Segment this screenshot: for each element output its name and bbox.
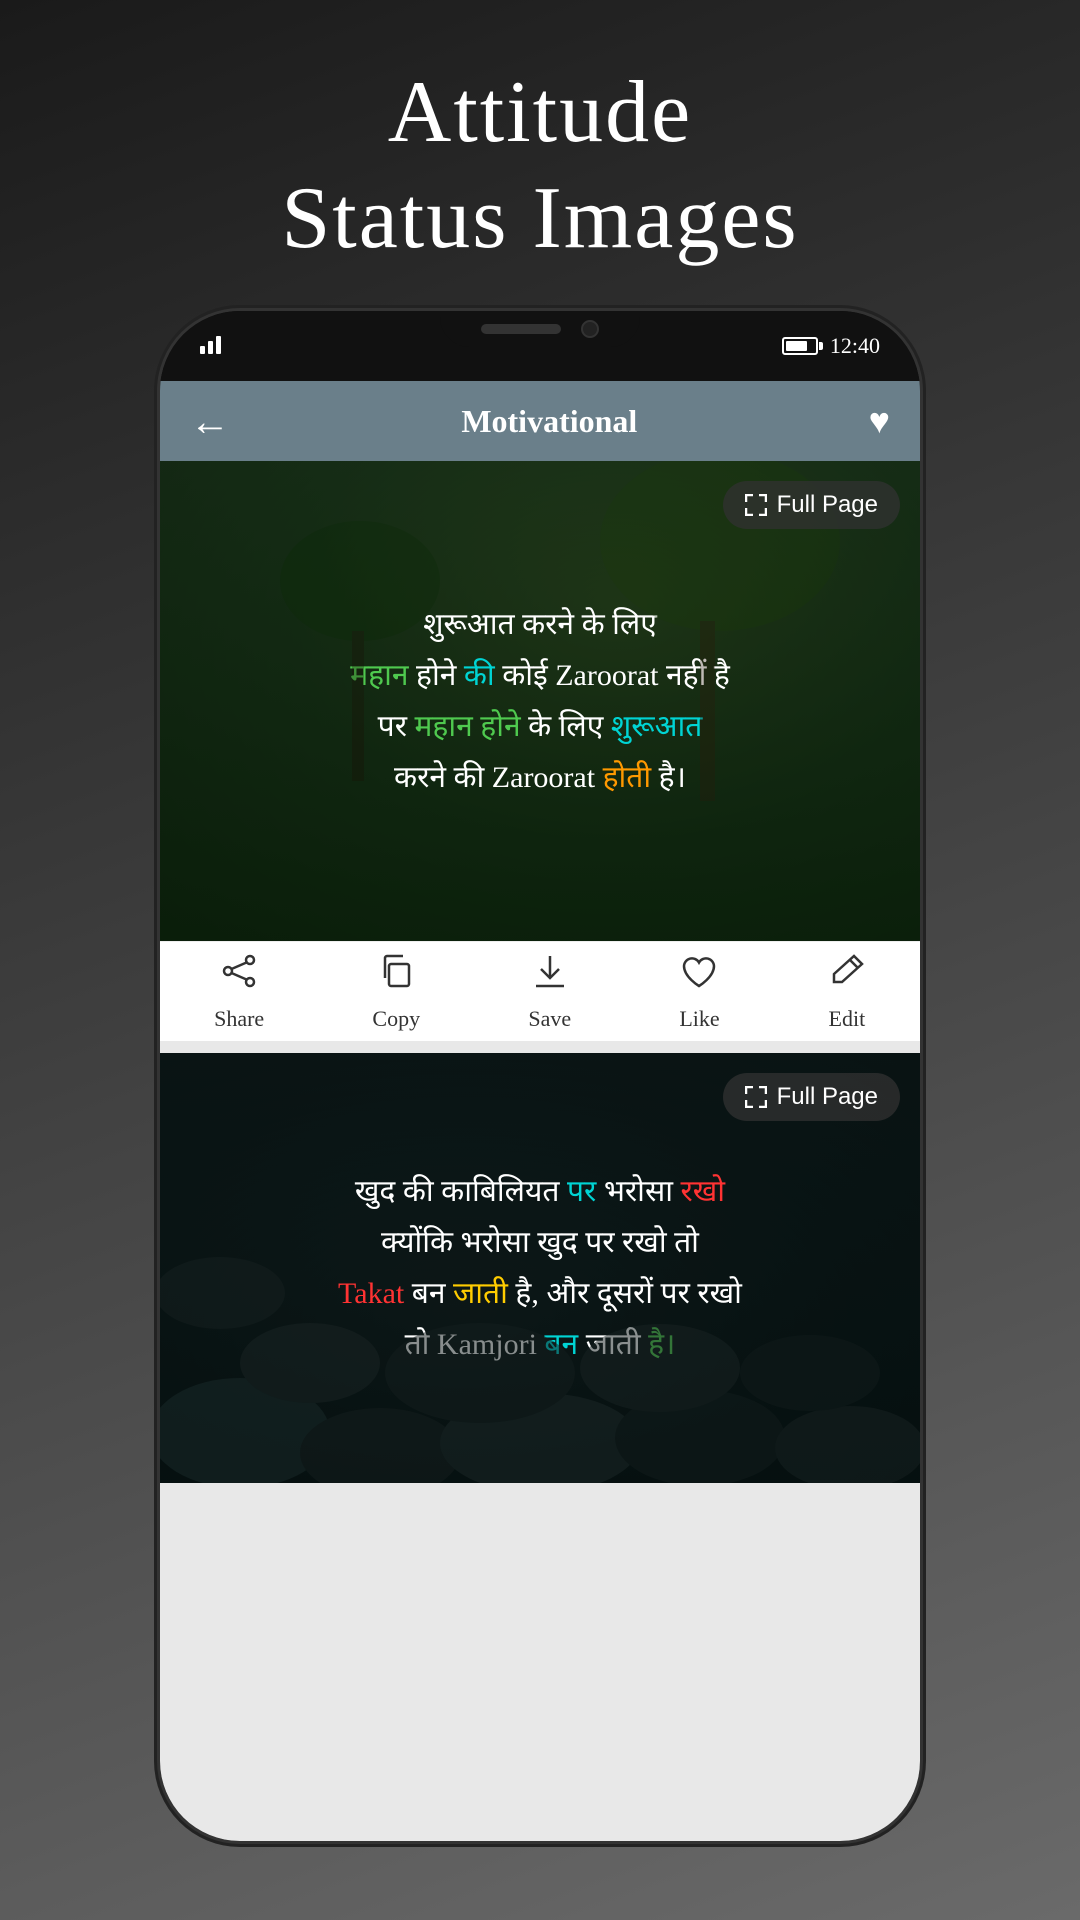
quote-background-1: शुरूआत करने के लिए महान होने की कोई Zaro… (160, 461, 920, 941)
page-title-area: Attitude Status Images (281, 60, 798, 271)
time-display: 12:40 (830, 333, 880, 359)
copy-label: Copy (372, 1006, 420, 1032)
share-button[interactable]: Share (214, 952, 264, 1032)
save-label: Save (528, 1006, 571, 1032)
copy-button[interactable]: Copy (372, 952, 420, 1032)
quote-image-2: खुद की काबिलियत पर भरोसा रखो क्योंकि भरो… (160, 1053, 920, 1483)
battery-icon (782, 337, 818, 355)
phone-frame: 12:40 ← Motivational ♥ शुरूआ (160, 311, 920, 1841)
action-bar-1: Share Copy (160, 941, 920, 1041)
like-button[interactable]: Like (679, 952, 719, 1032)
edit-label: Edit (829, 1006, 866, 1032)
camera (581, 320, 599, 338)
speaker (481, 324, 561, 334)
status-bar: 12:40 (160, 311, 920, 381)
full-page-button-2[interactable]: Full Page (723, 1073, 900, 1121)
edit-icon (828, 952, 866, 1000)
full-page-button-1[interactable]: Full Page (723, 481, 900, 529)
notch (440, 311, 640, 347)
signal-icon (200, 332, 228, 360)
app-bar-title: Motivational (461, 403, 637, 440)
screen-content: शुरूआत करने के लिए महान होने की कोई Zaro… (160, 461, 920, 1841)
save-icon (531, 952, 569, 1000)
like-label: Like (679, 1006, 719, 1032)
edit-button[interactable]: Edit (828, 952, 866, 1032)
quote-card-2: खुद की काबिलियत पर भरोसा रखो क्योंकि भरो… (160, 1053, 920, 1483)
like-icon (680, 952, 718, 1000)
share-icon (220, 952, 258, 1000)
save-button[interactable]: Save (528, 952, 571, 1032)
favorite-button[interactable]: ♥ (869, 400, 890, 442)
copy-icon (377, 952, 415, 1000)
share-label: Share (214, 1006, 264, 1032)
status-right: 12:40 (782, 333, 880, 359)
back-button[interactable]: ← (190, 398, 230, 445)
quote-card-1: शुरूआत करने के लिए महान होने की कोई Zaro… (160, 461, 920, 1041)
quote-image-1: शुरूआत करने के लिए महान होने की कोई Zaro… (160, 461, 920, 941)
app-bar: ← Motivational ♥ (160, 381, 920, 461)
page-title: Attitude Status Images (281, 60, 798, 271)
